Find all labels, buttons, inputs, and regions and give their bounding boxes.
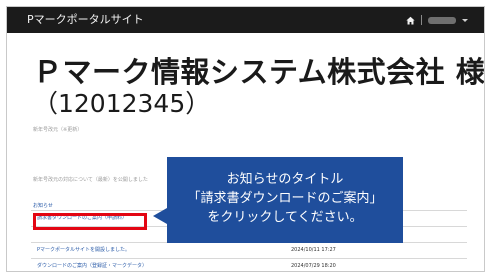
callout-line: 「請求書ダウンロードのご案内」 <box>187 191 383 206</box>
faint-info-line[interactable]: 新年号改元の対応について（最新）を公開しました <box>33 177 148 184</box>
faint-info-line: 新年号改元（※更新） <box>33 127 83 133</box>
notice-date: 2024/07/29 18:20 <box>291 263 336 269</box>
home-icon[interactable] <box>406 16 415 25</box>
notice-title-link[interactable]: Pマークポータルサイトを開設しました。 <box>37 247 130 254</box>
notice-title-link[interactable]: ダウンロードのご案内（登録証・マークデータ） <box>37 263 147 270</box>
notices-heading: お知らせ <box>33 203 53 209</box>
top-navbar: Pマークポータルサイト <box>7 7 484 33</box>
chevron-down-icon[interactable] <box>462 18 468 22</box>
table-row[interactable]: Pマークポータルサイトを開設しました。 2024/10/11 17:27 <box>31 242 467 258</box>
navbar-right <box>406 14 468 26</box>
notice-title-link[interactable]: 請求書ダウンロードのご案内（申請料） <box>37 215 127 222</box>
navbar-divider <box>421 15 422 25</box>
site-brand[interactable]: Pマークポータルサイト <box>27 13 144 27</box>
callout-pointer <box>153 208 167 224</box>
portal-window: Pマークポータルサイト Ｐマーク情報システム株式会社 様 （12012345） … <box>6 6 485 272</box>
instruction-callout: お知らせのタイトル 「請求書ダウンロードのご案内」 をクリックしてください。 <box>167 157 403 243</box>
company-name: Ｐマーク情報システム株式会社 様 <box>33 55 485 89</box>
notice-date: 2024/10/11 17:27 <box>291 247 336 253</box>
user-menu-name[interactable] <box>428 16 456 24</box>
company-id: （12012345） <box>33 89 211 118</box>
callout-line: お知らせのタイトル <box>226 172 344 187</box>
callout-line: をクリックしてください。 <box>207 210 363 225</box>
table-row[interactable]: ダウンロードのご案内（登録証・マークデータ） 2024/07/29 18:20 <box>31 258 467 271</box>
